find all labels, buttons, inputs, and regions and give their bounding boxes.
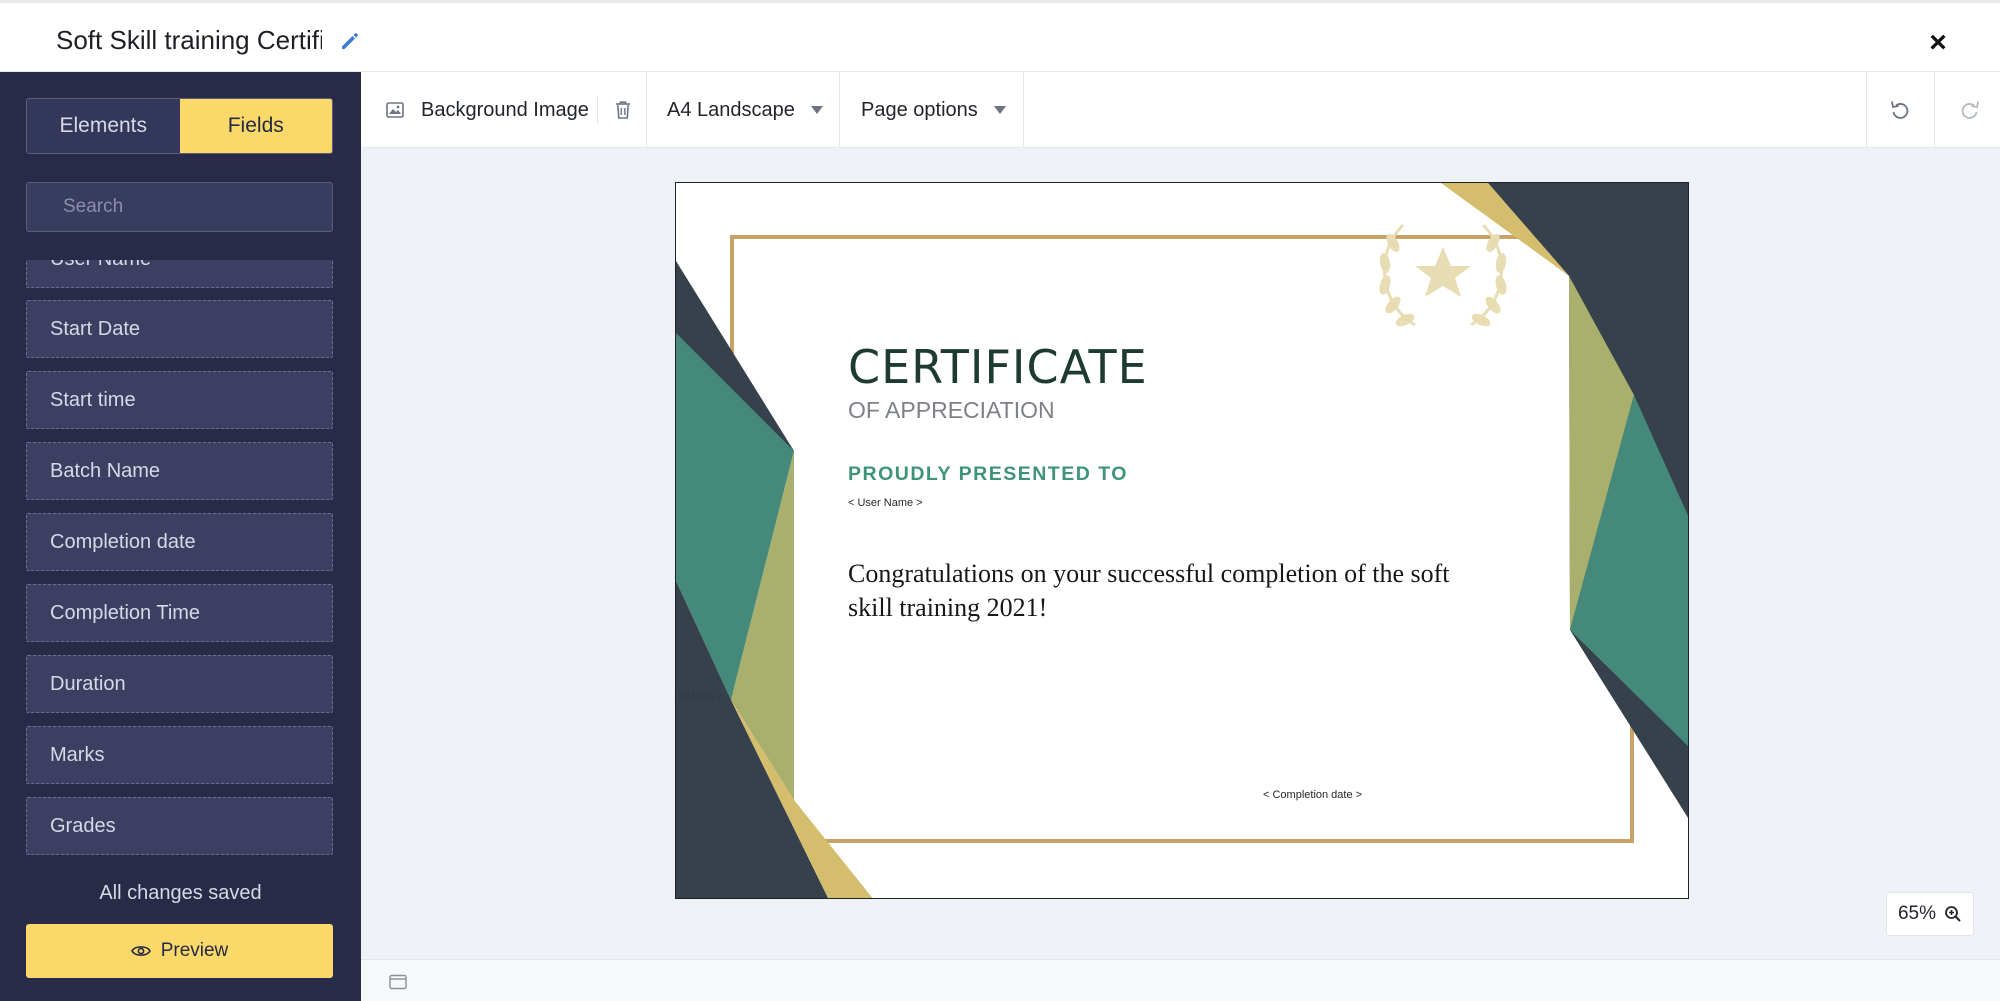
page-options-dropdown[interactable]: Page options: [861, 72, 1006, 148]
undo-button[interactable]: [1887, 72, 1913, 148]
layout-icon[interactable]: [389, 974, 407, 990]
field-item-start-date[interactable]: Start Date: [26, 300, 333, 358]
field-item-start-time[interactable]: Start time: [26, 371, 333, 429]
document-title[interactable]: Soft Skill training Certificate: [56, 23, 322, 57]
image-icon: [386, 102, 404, 118]
background-image-label: Background Image: [421, 98, 589, 121]
search-input[interactable]: [26, 182, 333, 232]
toolbar-divider: [646, 72, 647, 148]
sidebar: Elements Fields User Name Start Date Sta…: [0, 72, 361, 1001]
chevron-down-icon: [993, 106, 1006, 114]
undo-icon: [1891, 101, 1909, 119]
field-item-user-name[interactable]: User Name: [26, 260, 333, 288]
save-status: All changes saved: [99, 882, 262, 904]
chevron-down-icon: [810, 106, 823, 114]
zoom-level: 65%: [1897, 903, 1937, 924]
preview-label: Preview: [160, 940, 229, 961]
marks-placeholder[interactable]: < Marks >: [678, 691, 722, 702]
certificate-background: [676, 183, 1688, 898]
sidebar-tabs: Elements Fields: [26, 98, 333, 154]
trash-icon: [616, 101, 630, 119]
certificate-subtitle[interactable]: OF APPRECIATION: [848, 395, 1055, 425]
field-item-duration[interactable]: Duration: [26, 655, 333, 713]
toolbar-divider: [597, 96, 598, 124]
redo-button[interactable]: [1957, 72, 1983, 148]
eye-icon: [130, 946, 151, 956]
footer-bar: [361, 959, 2000, 1001]
preview-button[interactable]: Preview: [26, 924, 333, 978]
certificate-body-text[interactable]: Congratulations on your successful compl…: [848, 557, 1488, 625]
field-item-marks[interactable]: Marks: [26, 726, 333, 784]
toolbar: Background Image A4 Landscape Page optio…: [361, 72, 2000, 148]
page-size-label: A4 Landscape: [667, 98, 795, 121]
toolbar-divider: [839, 72, 840, 148]
certificate-title[interactable]: CERTIFICATE: [848, 341, 1148, 393]
field-item-completion-date[interactable]: Completion date: [26, 513, 333, 571]
user-name-placeholder[interactable]: < User Name >: [848, 497, 923, 509]
tab-elements[interactable]: Elements: [27, 99, 180, 153]
background-image-button[interactable]: Background Image: [385, 72, 589, 148]
presented-to-text[interactable]: PROUDLY PRESENTED TO: [848, 463, 1128, 486]
redo-icon: [1961, 101, 1979, 119]
top-bar: Soft Skill training Certificate ×: [0, 0, 2000, 72]
toolbar-divider: [1866, 72, 1867, 148]
completion-date-placeholder[interactable]: < Completion date >: [1263, 789, 1362, 801]
toolbar-divider: [1023, 72, 1024, 148]
laurel-star-icon: [1379, 223, 1507, 327]
certificate-page[interactable]: CERTIFICATE OF APPRECIATION PROUDLY PRES…: [675, 182, 1689, 899]
field-item-batch-name[interactable]: Batch Name: [26, 442, 333, 500]
page-options-label: Page options: [861, 98, 978, 121]
field-item-grades[interactable]: Grades: [26, 797, 333, 855]
delete-background-button[interactable]: [614, 72, 632, 148]
pencil-icon[interactable]: [338, 29, 362, 53]
page-size-dropdown[interactable]: A4 Landscape: [667, 72, 823, 148]
zoom-in-icon: [1945, 906, 1961, 922]
close-icon[interactable]: ×: [1922, 27, 1954, 59]
tab-fields[interactable]: Fields: [179, 99, 332, 153]
zoom-control[interactable]: 65%: [1886, 892, 1974, 936]
field-list[interactable]: User Name Start Date Start time Batch Na…: [26, 260, 333, 858]
toolbar-divider: [1934, 72, 1935, 148]
field-item-completion-time[interactable]: Completion Time: [26, 584, 333, 642]
